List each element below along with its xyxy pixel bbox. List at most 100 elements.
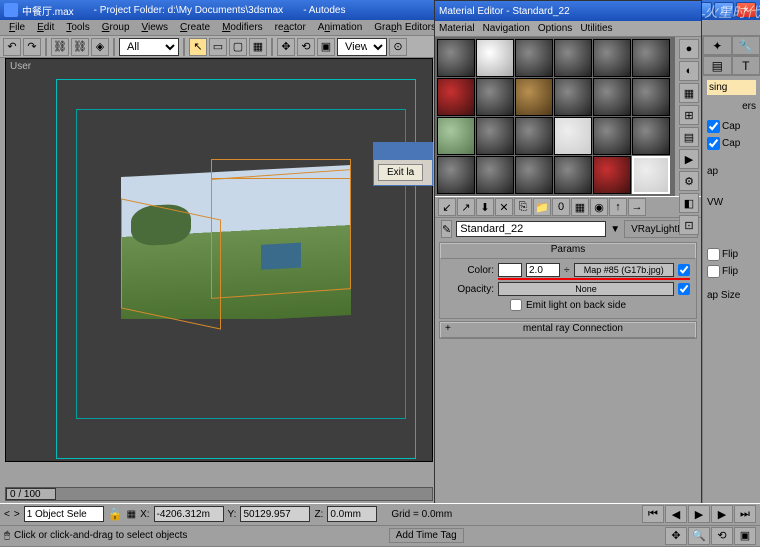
motion-tab-icon[interactable]: T	[732, 56, 760, 75]
sample-slot[interactable]	[554, 117, 592, 155]
nav-pan-icon[interactable]: ✥	[665, 527, 687, 545]
time-slider-thumb[interactable]: 0 / 100	[6, 488, 56, 500]
slots-icon[interactable]: ⊡	[679, 215, 699, 235]
select-by-mat-icon[interactable]: ◧	[679, 193, 699, 213]
mat-id-icon[interactable]: 0	[552, 198, 570, 216]
mat-editor-titlebar[interactable]: Material Editor - Standard_22	[435, 1, 701, 21]
move-icon[interactable]: ✥	[277, 38, 295, 56]
color-map-checkbox[interactable]	[678, 264, 690, 276]
options-icon[interactable]: ⚙	[679, 171, 699, 191]
selection-count[interactable]	[24, 506, 104, 522]
sample-slot[interactable]	[632, 39, 670, 77]
menu-animation[interactable]: Animation	[313, 21, 367, 34]
background-icon[interactable]: ▦	[679, 83, 699, 103]
pivot-icon[interactable]: ⊙	[389, 38, 407, 56]
preview-icon[interactable]: ▶	[679, 149, 699, 169]
x-coord-input[interactable]	[154, 506, 224, 522]
goto-end-icon[interactable]: ⏭	[734, 505, 756, 523]
sample-slot[interactable]	[515, 39, 553, 77]
sample-slot[interactable]	[476, 156, 514, 194]
y-coord-input[interactable]	[240, 506, 310, 522]
sample-uv-icon[interactable]: ⊞	[679, 105, 699, 125]
redo-icon[interactable]: ↷	[23, 38, 41, 56]
cap-checkbox-row[interactable]: Cap	[707, 120, 756, 133]
selection-filter-dropdown[interactable]: All	[119, 38, 179, 56]
sample-slot[interactable]	[476, 39, 514, 77]
menu-grapheditors[interactable]: Graph Editors	[369, 21, 441, 34]
bind-icon[interactable]: ◈	[91, 38, 109, 56]
rollout-params-header[interactable]: Params	[440, 243, 696, 259]
undo-icon[interactable]: ↶	[3, 38, 21, 56]
mat-menu-options[interactable]: Options	[538, 23, 572, 34]
sample-slot[interactable]	[593, 78, 631, 116]
menu-create[interactable]: Create	[175, 21, 215, 34]
go-sibling-icon[interactable]: →	[628, 198, 646, 216]
z-coord-input[interactable]	[327, 506, 377, 522]
color-swatch[interactable]	[498, 263, 522, 277]
viewport-user[interactable]: User	[5, 58, 433, 462]
material-name-input[interactable]	[456, 221, 606, 237]
scale-icon[interactable]: ▣	[317, 38, 335, 56]
unlink-icon[interactable]: ⛓	[71, 38, 89, 56]
mat-menu-material[interactable]: Material	[439, 23, 475, 34]
warning-dialog[interactable]: Warning: Exit la	[373, 142, 433, 186]
ref-coord-dropdown[interactable]: View	[337, 38, 387, 56]
select-icon[interactable]: ↖	[189, 38, 207, 56]
play-icon[interactable]: ▶	[688, 505, 710, 523]
close-button[interactable]: ×	[736, 2, 756, 18]
get-material-icon[interactable]: ↙	[438, 198, 456, 216]
sample-type-icon[interactable]: ●	[679, 39, 699, 59]
mat-menu-utilities[interactable]: Utilities	[580, 23, 612, 34]
sample-slot[interactable]	[476, 117, 514, 155]
hierarchy-tab-icon[interactable]: ▤	[703, 56, 732, 75]
maximize-button[interactable]: □	[714, 2, 734, 18]
sample-slot[interactable]	[593, 117, 631, 155]
link-icon[interactable]: ⛓	[51, 38, 69, 56]
exit-button[interactable]: Exit la	[378, 164, 423, 181]
reset-icon[interactable]: ✕	[495, 198, 513, 216]
sample-slot[interactable]	[515, 156, 553, 194]
opacity-map-checkbox[interactable]	[678, 283, 690, 295]
mat-menu-navigation[interactable]: Navigation	[483, 23, 530, 34]
flip1-row[interactable]: Flip	[707, 248, 756, 261]
backlight-icon[interactable]: ◐	[679, 61, 699, 81]
go-parent-icon[interactable]: ↑	[609, 198, 627, 216]
menu-edit[interactable]: Edit	[32, 21, 59, 34]
emit-backside-checkbox[interactable]	[510, 299, 522, 311]
time-slider[interactable]: 0 / 100	[5, 487, 433, 501]
sample-slot-active[interactable]	[632, 156, 670, 194]
prev-frame-icon[interactable]: ◀	[665, 505, 687, 523]
window-cross-icon[interactable]: ▦	[249, 38, 267, 56]
menu-file[interactable]: File	[4, 21, 30, 34]
opacity-map-button[interactable]: None	[498, 282, 674, 296]
select-region-icon[interactable]: ▢	[229, 38, 247, 56]
color-multiplier-input[interactable]	[526, 263, 560, 277]
put-to-scene-icon[interactable]: ↗	[457, 198, 475, 216]
menu-views[interactable]: Views	[137, 21, 174, 34]
sample-slot[interactable]	[437, 78, 475, 116]
sample-slot[interactable]	[593, 39, 631, 77]
put-library-icon[interactable]: 📁	[533, 198, 551, 216]
goto-start-icon[interactable]: ⏮	[642, 505, 664, 523]
sample-slot[interactable]	[593, 156, 631, 194]
sample-slot[interactable]	[554, 39, 592, 77]
pick-icon[interactable]: ✎	[441, 220, 452, 238]
scene-geometry[interactable]	[121, 159, 381, 339]
sample-slot[interactable]	[554, 156, 592, 194]
nav-orbit-icon[interactable]: ⟲	[711, 527, 733, 545]
sample-slot[interactable]	[437, 156, 475, 194]
lock-icon[interactable]: 🔒	[108, 507, 123, 521]
modify-tab-icon[interactable]: 🔧	[732, 36, 760, 55]
flip2-row[interactable]: Flip	[707, 265, 756, 278]
next-frame-icon[interactable]: ▶	[711, 505, 733, 523]
sample-slot[interactable]	[437, 117, 475, 155]
menu-modifiers[interactable]: Modifiers	[217, 21, 268, 34]
create-tab-icon[interactable]: ✦	[703, 36, 732, 55]
menu-tools[interactable]: Tools	[61, 21, 94, 34]
sample-slot[interactable]	[437, 39, 475, 77]
sample-slot[interactable]	[632, 78, 670, 116]
color-map-button[interactable]: Map #85 (G17b.jpg)	[574, 263, 675, 277]
cap2-checkbox-row[interactable]: Cap	[707, 137, 756, 150]
rollout-mentalray-header[interactable]: + mental ray Connection	[440, 322, 696, 338]
show-map-icon[interactable]: ▦	[571, 198, 589, 216]
